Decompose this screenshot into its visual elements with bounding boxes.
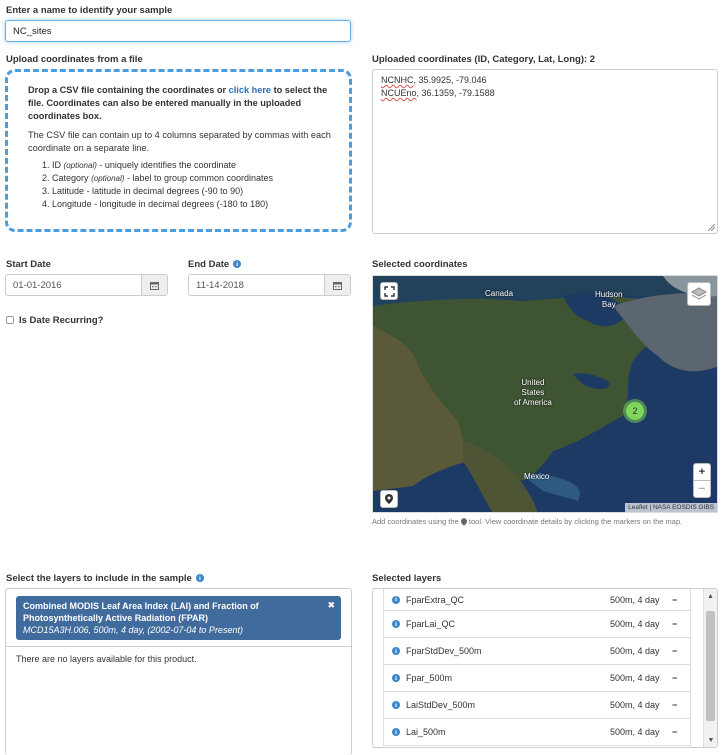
marker-cluster[interactable]: 2 [623, 399, 647, 423]
csv-intro-text: The CSV file can contain up to 4 columns… [28, 130, 331, 153]
recurring-label: Is Date Recurring? [19, 315, 104, 326]
drop-text-1: Drop a CSV file containing the coordinat… [28, 85, 229, 95]
csv-column-item: 3. Latitude - latitude in decimal degree… [42, 186, 244, 196]
coordinate-map[interactable]: Canada Hudson Bay United States of Ameri… [372, 275, 718, 513]
map-marker-icon[interactable] [380, 490, 398, 508]
info-icon[interactable]: i [392, 674, 400, 682]
map-hint: Add coordinates using the tool. View coo… [372, 517, 683, 526]
map-attribution: Leaflet | NASA EOSDIS GIBS [625, 503, 717, 512]
sample-name-label: Enter a name to identify your sample [6, 5, 173, 16]
remove-layer-button[interactable]: − [672, 595, 682, 605]
map-place-hudson-bay: Hudson Bay [595, 290, 623, 309]
info-icon[interactable]: i [195, 574, 204, 583]
resize-handle-icon[interactable] [708, 224, 715, 231]
scroll-up-icon[interactable]: ▲ [704, 589, 717, 603]
zoom-out-button[interactable]: − [693, 480, 711, 498]
selected-layer-row[interactable]: i FparStdDev_500m 500m, 4 day − [384, 638, 690, 665]
info-icon[interactable]: i [233, 260, 242, 269]
recurring-checkbox[interactable] [6, 316, 14, 325]
uploaded-coords-label: Uploaded coordinates (ID, Category, Lat,… [372, 54, 596, 65]
info-icon[interactable]: i [392, 728, 400, 736]
csv-column-item: 4. Longitude - longitude in decimal degr… [42, 199, 269, 209]
map-place-canada: Canada [485, 289, 514, 298]
selected-layer-row[interactable]: i FparExtra_QC 500m, 4 day − [384, 589, 690, 611]
info-icon[interactable]: i [392, 647, 400, 655]
end-date-value: 11-14-2018 [196, 279, 244, 291]
csv-column-item: 1. ID (optional) - uniquely identifies t… [42, 160, 236, 170]
scrollbar[interactable]: ▲ ▼ [703, 589, 717, 747]
fullscreen-icon[interactable] [380, 282, 398, 300]
layers-label: Select the layers to include in the samp… [6, 573, 204, 584]
map-place-usa: United States of America [514, 378, 552, 407]
zoom-in-button[interactable]: + [693, 463, 711, 481]
date-recurring-toggle[interactable]: Is Date Recurring? [6, 315, 103, 326]
calendar-icon[interactable] [141, 275, 167, 295]
coord-line: NCNHC, 35.9925, -79.046 [381, 75, 487, 85]
info-icon[interactable]: i [392, 620, 400, 628]
click-here-link[interactable]: click here [229, 85, 271, 95]
selected-layer-row[interactable]: i Fpar_500m 500m, 4 day − [384, 665, 690, 692]
cluster-count: 2 [626, 402, 644, 420]
product-title: Combined MODIS Leaf Area Index (LAI) and… [23, 601, 259, 623]
upload-label: Upload coordinates from a file [6, 54, 143, 65]
remove-layer-button[interactable]: − [672, 673, 682, 683]
scroll-thumb[interactable] [706, 611, 715, 721]
layers-icon[interactable] [687, 282, 711, 306]
start-date-value: 01-01-2016 [13, 279, 62, 291]
remove-layer-button[interactable]: − [672, 700, 682, 710]
scroll-down-icon[interactable]: ▼ [704, 733, 717, 747]
info-icon[interactable]: i [392, 701, 400, 709]
empty-layers-message: There are no layers available for this p… [6, 646, 351, 671]
sample-name-input[interactable]: NC_sites [5, 20, 351, 42]
selected-layers-list: i FparExtra_QC 500m, 4 day − i FparLai_QC 500… [372, 588, 718, 748]
selected-layer-row[interactable]: i FparLai_QC 500m, 4 day − [384, 611, 690, 638]
remove-layer-button[interactable]: − [672, 646, 682, 656]
csv-column-item: 2. Category (optional) - label to group … [42, 173, 274, 183]
map-label: Selected coordinates [372, 259, 468, 270]
calendar-icon[interactable] [324, 275, 350, 295]
remove-layer-button[interactable]: − [672, 727, 682, 737]
selected-layers-label: Selected layers [372, 573, 442, 584]
close-icon[interactable]: ✖ [327, 599, 335, 611]
start-date-label: Start Date [6, 259, 51, 270]
csv-column-list: 1. ID (optional) - uniquely identifies t… [42, 159, 334, 211]
info-icon[interactable]: i [392, 595, 400, 604]
map-place-mexico: Mexico [524, 472, 550, 481]
remove-layer-button[interactable]: − [672, 619, 682, 629]
product-subtitle: MCD15A3H.006, 500m, 4 day, (2002-07-04 t… [23, 625, 243, 635]
end-date-input[interactable]: 11-14-2018 [188, 274, 351, 296]
end-date-label: End Date i [188, 259, 242, 270]
selected-layer-row[interactable]: i LaiStdDev_500m 500m, 4 day − [384, 692, 690, 719]
coord-line: NCUEno, 36.1359, -79.1588 [381, 88, 495, 98]
selected-layer-row[interactable]: i Lai_500m 500m, 4 day − [384, 719, 690, 746]
product-card[interactable]: Combined MODIS Leaf Area Index (LAI) and… [16, 596, 341, 640]
start-date-input[interactable]: 01-01-2016 [5, 274, 168, 296]
available-layers-panel: Combined MODIS Leaf Area Index (LAI) and… [5, 588, 352, 755]
csv-drop-zone[interactable]: Drop a CSV file containing the coordinat… [5, 69, 352, 232]
uploaded-coords-textarea[interactable]: NCNHC, 35.9925, -79.046 NCUEno, 36.1359,… [372, 69, 718, 234]
